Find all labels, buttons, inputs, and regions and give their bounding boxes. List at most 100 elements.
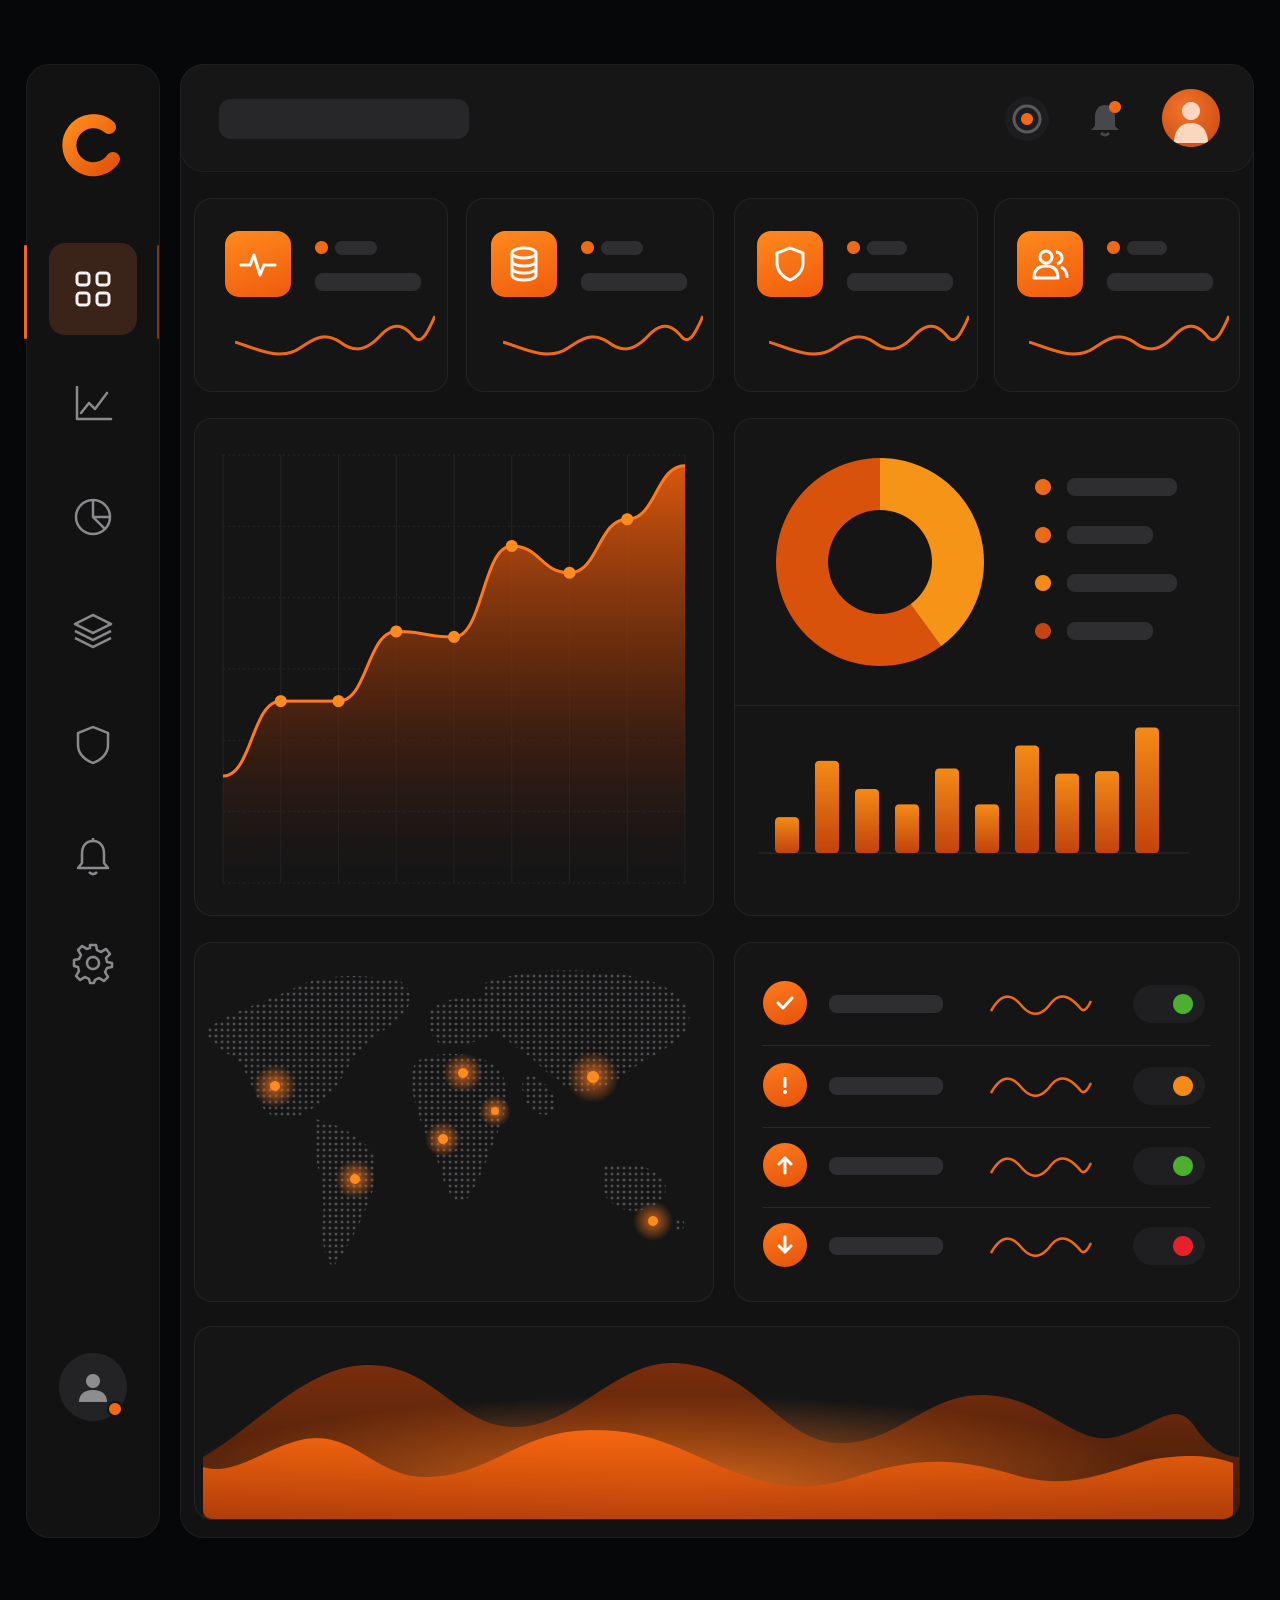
data-point[interactable] (448, 630, 460, 643)
sidebar (24, 64, 160, 1538)
legend-dot (1035, 527, 1051, 543)
active-indicator (24, 245, 27, 339)
status-dot (847, 241, 860, 254)
sidebar-user-avatar[interactable] (59, 1353, 127, 1421)
stat-card-activity[interactable] (194, 198, 448, 392)
sparkline (235, 315, 435, 356)
data-point[interactable] (332, 695, 345, 708)
bar[interactable] (1135, 727, 1159, 853)
bar[interactable] (815, 760, 839, 853)
line-chart-icon (75, 385, 113, 421)
sidebar-item-security[interactable] (49, 699, 137, 791)
user-icon (79, 1374, 107, 1402)
bar[interactable] (855, 789, 879, 853)
bell-icon (1091, 101, 1121, 137)
data-point[interactable] (563, 566, 576, 579)
check-icon (776, 996, 794, 1010)
profile-avatar[interactable] (1162, 89, 1220, 147)
search-input[interactable] (219, 99, 469, 139)
shield-icon (775, 246, 805, 282)
sidebar-item-reports[interactable] (49, 471, 137, 563)
notifications-button[interactable] (1081, 95, 1129, 143)
status-dot (315, 241, 328, 254)
bar[interactable] (775, 817, 799, 853)
wave-visualization (203, 1327, 1239, 1519)
pulse-icon (239, 253, 277, 277)
toggle-knob (1173, 994, 1193, 1014)
layers-icon (73, 613, 113, 649)
arrow-up-icon-badge (763, 1143, 807, 1187)
legend-dot (1035, 479, 1051, 495)
item-sparkline (989, 1157, 1093, 1177)
data-point[interactable] (390, 625, 403, 638)
status-toggle[interactable] (1133, 985, 1205, 1023)
item-label (829, 1157, 943, 1175)
bar[interactable] (1095, 771, 1119, 853)
sparkline (769, 315, 969, 356)
stat-label (335, 241, 377, 255)
stat-card-database[interactable] (466, 198, 714, 392)
status-dot (581, 241, 594, 254)
sidebar-item-dashboard[interactable] (49, 243, 137, 335)
arrow-up-icon (777, 1156, 793, 1175)
world-map-card (194, 942, 714, 1302)
stat-icon-tile (225, 231, 291, 297)
status-dot (1107, 241, 1120, 254)
grid-icon (75, 271, 111, 307)
stat-icon-tile (1017, 231, 1083, 297)
top-bar (180, 64, 1254, 172)
stat-value (581, 273, 687, 291)
toggle-knob (1173, 1156, 1193, 1176)
bar[interactable] (1015, 745, 1039, 853)
bar[interactable] (895, 804, 919, 853)
bell-icon (76, 838, 110, 876)
target-button[interactable] (1003, 95, 1051, 143)
legend-dot (1035, 623, 1051, 639)
donut-chart (776, 458, 984, 666)
item-sparkline (989, 1077, 1093, 1097)
item-sparkline (989, 995, 1093, 1015)
stat-card-security[interactable] (734, 198, 978, 392)
stat-label (867, 241, 907, 255)
status-toggle[interactable] (1133, 1227, 1205, 1265)
stat-value (847, 273, 953, 291)
sidebar-item-analytics[interactable] (49, 357, 137, 449)
toggle-knob (1173, 1236, 1193, 1256)
stat-icon-tile (757, 231, 823, 297)
stat-value (315, 273, 421, 291)
bar[interactable] (935, 768, 959, 853)
stat-label (1127, 241, 1167, 255)
data-point[interactable] (274, 695, 287, 708)
logo-icon[interactable] (57, 109, 127, 179)
world-map[interactable] (195, 943, 715, 1303)
check-icon-badge (763, 981, 807, 1025)
shield-icon (76, 725, 110, 765)
area-chart-card (194, 418, 714, 916)
sidebar-item-layers[interactable] (49, 585, 137, 677)
wave-card (194, 1326, 1240, 1520)
stat-icon-tile (491, 231, 557, 297)
pie-chart-icon (74, 498, 112, 536)
status-toggle[interactable] (1133, 1067, 1205, 1105)
item-label (829, 1077, 943, 1095)
data-point[interactable] (621, 513, 634, 526)
bar[interactable] (1055, 773, 1079, 853)
divider (763, 1207, 1211, 1208)
stat-label (601, 241, 643, 255)
item-sparkline (989, 1237, 1093, 1257)
data-point[interactable] (505, 539, 518, 552)
area-chart (222, 454, 686, 884)
users-icon (1032, 249, 1069, 280)
divider (735, 705, 1239, 706)
user-avatar-icon (1174, 102, 1208, 143)
online-status-dot (107, 1401, 123, 1417)
sidebar-item-notifications[interactable] (49, 811, 137, 903)
exclamation-icon (783, 1077, 787, 1094)
sparkline (1029, 315, 1229, 356)
bar[interactable] (975, 804, 999, 853)
sidebar-item-settings[interactable] (49, 917, 137, 1009)
status-toggle[interactable] (1133, 1147, 1205, 1185)
donut-bar-card (734, 418, 1240, 916)
bar-chart (759, 727, 1189, 854)
stat-card-users[interactable] (994, 198, 1240, 392)
